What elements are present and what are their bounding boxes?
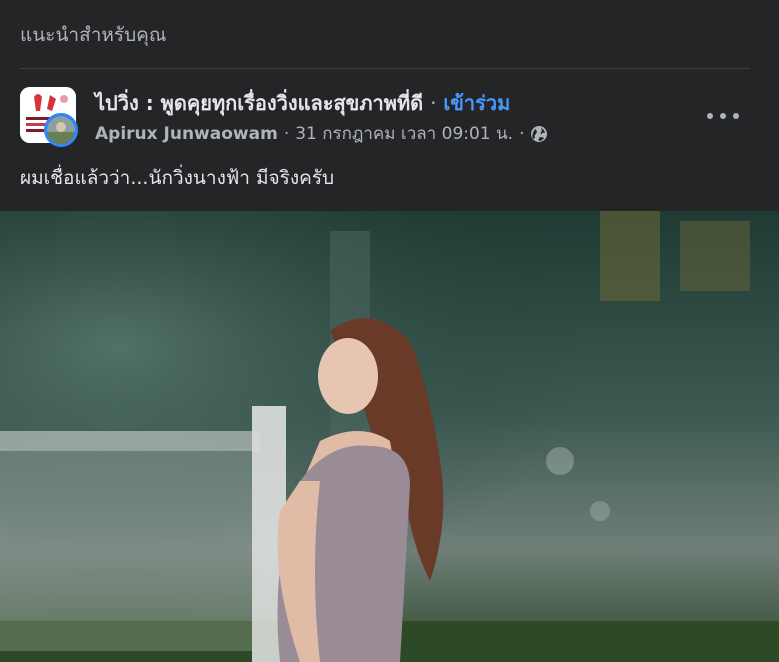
more-horizontal-icon: [707, 113, 713, 119]
join-group-link[interactable]: เข้าร่วม: [443, 91, 510, 115]
divider: [20, 68, 750, 69]
separator-dot: ·: [519, 124, 525, 144]
runner-photo: [0, 211, 779, 662]
section-title: แนะนำสำหรับคุณ: [20, 24, 167, 46]
group-name-link[interactable]: ไปวิ่ง : พูดคุยทุกเรื่องวิ่งและสุขภาพที่…: [95, 91, 423, 115]
post-photo[interactable]: [0, 211, 779, 662]
separator-dot: ·: [283, 124, 290, 144]
author-name-link[interactable]: Apirux Junwaowam: [95, 121, 278, 147]
globe-icon[interactable]: [530, 125, 548, 143]
separator-dot: ·: [430, 91, 437, 115]
more-options-button[interactable]: [707, 104, 739, 128]
post-header: ไปวิ่ง : พูดคุยทุกเรื่องวิ่งและสุขภาพที่…: [95, 88, 510, 118]
author-avatar[interactable]: [44, 113, 78, 147]
author-photo: [47, 116, 75, 144]
post-meta: Apirux Junwaowam · 31 กรกฎาคม เวลา 09:01…: [95, 121, 548, 147]
post-timestamp-link[interactable]: 31 กรกฎาคม เวลา 09:01 น.: [295, 121, 513, 147]
post-text: ผมเชื่อแล้วว่า...นักวิ่งนางฟ้า มีจริงครั…: [20, 167, 335, 189]
